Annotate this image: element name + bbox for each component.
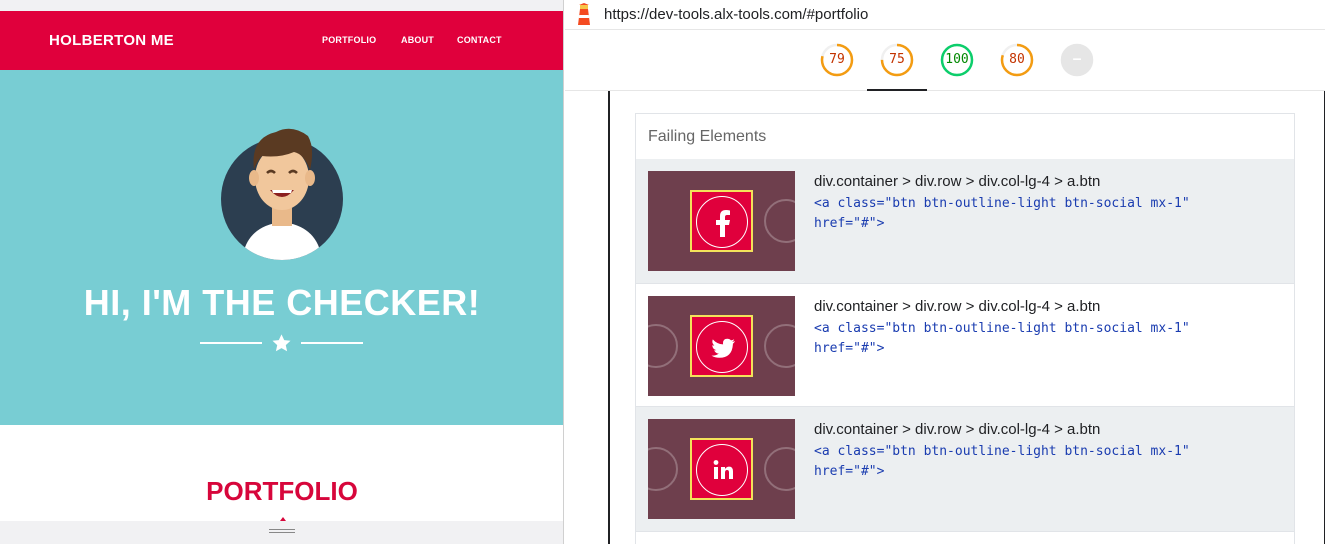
ghost-button <box>764 199 795 243</box>
element-highlight <box>690 190 753 252</box>
ghost-button <box>648 447 678 491</box>
element-snippet: <a class="btn btn-outline-light btn-soci… <box>814 444 1190 479</box>
star-icon <box>272 334 291 352</box>
element-selector: div.container > div.row > div.col-lg-4 >… <box>814 298 1101 315</box>
failing-element-row[interactable]: div.container > div.row > div.col-lg-4 >… <box>636 407 1294 531</box>
hero-title: HI, I'M THE CHECKER! <box>83 282 481 323</box>
avatar <box>221 128 343 260</box>
preview-top-strip <box>0 0 563 11</box>
score-gauge-best-practices[interactable]: 100 <box>940 43 974 77</box>
failing-elements-heading: Failing Elements <box>648 128 767 145</box>
linkedin-icon <box>696 444 748 496</box>
divider-line-left <box>200 342 262 344</box>
element-snippet: <a class="btn btn-outline-light btn-soci… <box>814 196 1190 231</box>
failing-element-row[interactable]: div.container > div.row > div.col-lg-4 >… <box>636 159 1294 283</box>
nav-link-portfolio[interactable]: PORTFOLIO <box>322 35 376 45</box>
element-screenshot <box>648 419 795 519</box>
element-highlight <box>690 438 753 500</box>
element-selector: div.container > div.row > div.col-lg-4 >… <box>814 173 1101 190</box>
facebook-icon <box>696 196 748 248</box>
element-snippet: <a class="btn btn-outline-light btn-soci… <box>814 321 1190 356</box>
nav-link-contact[interactable]: CONTACT <box>457 35 502 45</box>
score-gauge-pwa[interactable]: – <box>1060 43 1094 77</box>
element-screenshot <box>648 296 795 396</box>
score-gauge-accessibility[interactable]: 75 <box>880 43 914 77</box>
active-gauge-underline <box>867 89 927 91</box>
failing-element-row[interactable] <box>636 531 1294 544</box>
site-navbar: HOLBERTON ME PORTFOLIO ABOUT CONTACT <box>0 11 563 70</box>
ghost-button <box>764 447 795 491</box>
resize-handle-icon[interactable] <box>269 529 295 535</box>
hero-section: HI, I'M THE CHECKER! <box>0 70 563 425</box>
site-brand[interactable]: HOLBERTON ME <box>49 32 174 49</box>
score-gauge-seo[interactable]: 80 <box>1000 43 1034 77</box>
failing-elements-panel: Failing Elements div.container > div.row… <box>635 113 1295 544</box>
lighthouse-icon <box>578 3 590 25</box>
failing-element-row[interactable]: div.container > div.row > div.col-lg-4 >… <box>636 283 1294 407</box>
element-highlight <box>690 315 753 377</box>
portfolio-heading: PORTFOLIO <box>206 476 358 506</box>
lighthouse-report: https://dev-tools.alx-tools.com/#portfol… <box>565 0 1325 544</box>
element-screenshot <box>648 171 795 271</box>
twitter-icon <box>696 321 748 373</box>
caret-up-icon <box>280 517 286 521</box>
site-preview: HOLBERTON ME PORTFOLIO ABOUT CONTACT HI,… <box>0 0 564 544</box>
ghost-button <box>764 324 795 368</box>
url-bar: https://dev-tools.alx-tools.com/#portfol… <box>565 0 1325 30</box>
page-url[interactable]: https://dev-tools.alx-tools.com/#portfol… <box>604 6 868 23</box>
ghost-button <box>648 324 678 368</box>
element-selector: div.container > div.row > div.col-lg-4 >… <box>814 421 1101 438</box>
score-gauges: 79 75 100 80 – <box>565 31 1325 91</box>
score-gauge-performance[interactable]: 79 <box>820 43 854 77</box>
report-border <box>608 91 610 544</box>
nav-link-about[interactable]: ABOUT <box>401 35 434 45</box>
divider-line-right <box>301 342 363 344</box>
